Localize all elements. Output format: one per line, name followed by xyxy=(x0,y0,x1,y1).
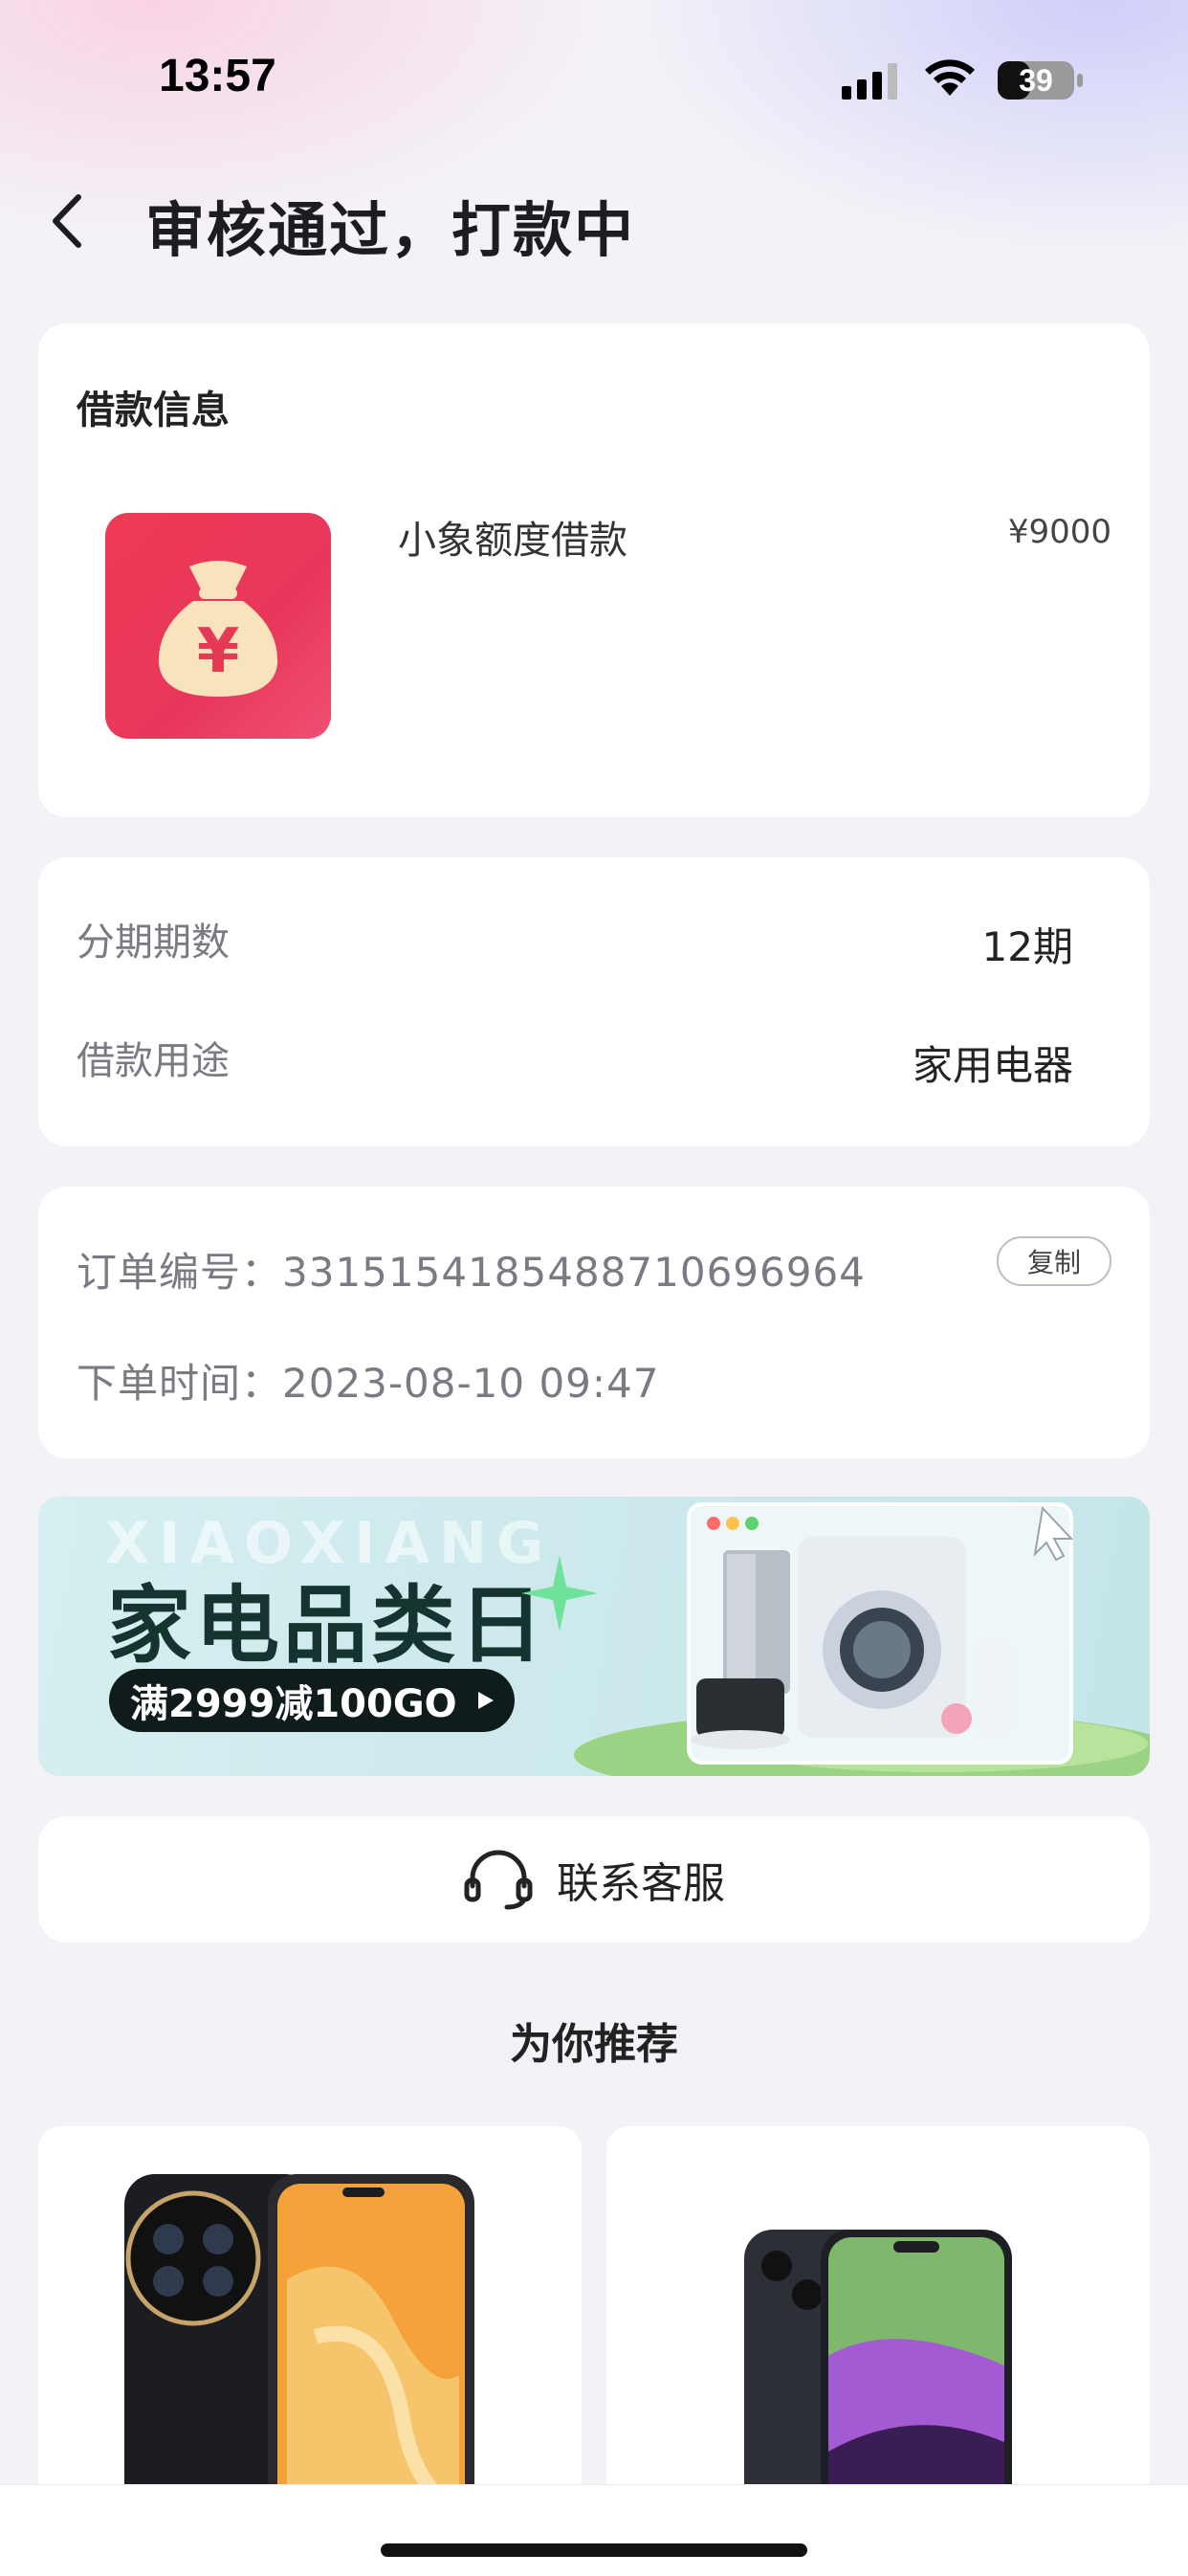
headset-icon xyxy=(464,1850,533,1910)
bottom-bar xyxy=(0,2484,1188,2576)
installments-value: 12期 xyxy=(981,923,1073,970)
loan-amount: ¥9000 xyxy=(1007,513,1111,551)
order-time-row: 下单时间：2023-08-10 09:47 xyxy=(77,1351,660,1410)
order-time-label: 下单时间： xyxy=(77,1360,283,1407)
banner-title: 家电品类日 xyxy=(107,1576,548,1675)
appliances-illustration xyxy=(574,1502,1150,1776)
wifi-icon xyxy=(925,59,975,96)
purpose-label: 借款用途 xyxy=(77,1039,230,1083)
order-number-row: 订单编号：3315154185488710696964 xyxy=(77,1240,866,1299)
battery-level: 39 xyxy=(1019,63,1053,98)
loan-info-heading: 借款信息 xyxy=(77,389,230,433)
banner-promo-pill[interactable]: 满2999减100GO xyxy=(109,1669,515,1732)
order-info-card: 订单编号：3315154185488710696964 复制 下单时间：2023… xyxy=(38,1187,1150,1458)
installments-label: 分期期数 xyxy=(77,921,230,965)
money-bag-symbol: ¥ xyxy=(196,616,240,687)
purpose-value: 家用电器 xyxy=(912,1042,1073,1089)
recommend-section-title: 为你推荐 xyxy=(510,2020,678,2069)
copy-order-number-button[interactable]: 复制 xyxy=(997,1236,1111,1286)
appliance-day-banner[interactable]: XIAOXIANG 家电品类日 满2999减100GO xyxy=(38,1497,1150,1776)
loan-info-card: 借款信息 ¥ 小象额度借款 ¥9000 xyxy=(38,323,1150,817)
product-name: 小象额度借款 xyxy=(398,519,627,563)
order-number-label: 订单编号： xyxy=(77,1249,283,1296)
play-arrow-icon xyxy=(477,1692,494,1709)
home-indicator[interactable] xyxy=(381,2543,807,2557)
order-number-value: 3315154185488710696964 xyxy=(282,1249,866,1296)
money-bag-icon: ¥ xyxy=(105,513,331,739)
banner-promo-text: 满2999减100GO xyxy=(130,1682,457,1726)
order-time-value: 2023-08-10 09:47 xyxy=(282,1360,660,1407)
back-chevron-icon[interactable] xyxy=(42,188,94,255)
status-time: 13:57 xyxy=(159,51,276,101)
battery-icon: 39 xyxy=(997,59,1085,105)
cellular-signal-icon xyxy=(842,63,897,100)
loan-terms-card: 分期期数 12期 借款用途 家用电器 xyxy=(38,857,1150,1146)
status-bar: 13:57 39 xyxy=(0,0,1188,163)
contact-service-button[interactable]: 联系客服 xyxy=(38,1816,1150,1943)
contact-service-label: 联系客服 xyxy=(557,1859,725,1908)
page-title: 审核通过，打款中 xyxy=(145,195,636,265)
